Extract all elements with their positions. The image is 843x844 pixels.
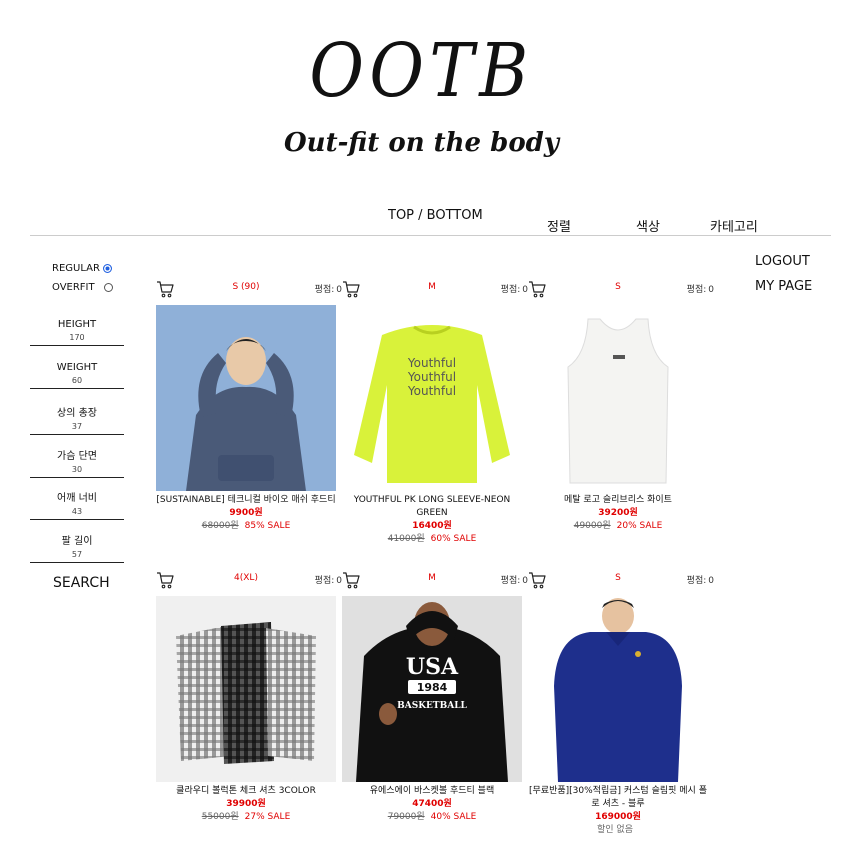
svg-text:1984: 1984 <box>417 681 448 694</box>
product-image[interactable] <box>528 305 708 491</box>
svg-text:Youthful: Youthful <box>407 384 456 398</box>
product-info: [SUSTAINABLE] 테크니컬 바이오 매쉬 후드티 9900원 6800… <box>156 494 336 533</box>
svg-text:USA: USA <box>406 654 459 680</box>
cart-icon[interactable] <box>528 280 546 298</box>
product-name[interactable]: [무료반품][30%적립금] 커스텀 슬림핏 메시 폴로 셔츠 - 블루 <box>528 785 708 811</box>
logout-link[interactable]: LOGOUT <box>755 254 810 269</box>
nav-category[interactable]: 카테고리 <box>710 216 758 235</box>
filter-top-length[interactable]: 상의 총장 37 <box>30 404 124 435</box>
product-image[interactable] <box>156 596 336 782</box>
filter-value[interactable]: 37 <box>30 422 124 431</box>
filter-arm-length[interactable]: 팔 길이 57 <box>30 532 124 563</box>
nav-sort[interactable]: 정렬 <box>547 216 571 235</box>
product-name[interactable]: YOUTHFUL PK LONG SLEEVE-NEON GREEN <box>342 494 522 520</box>
nav-top-bottom[interactable]: TOP / BOTTOM <box>388 208 483 223</box>
product-size: 4(XL) <box>234 573 258 583</box>
filter-shoulder-width[interactable]: 어깨 너비 43 <box>30 489 124 520</box>
product-card[interactable]: S (90) 평점: 0 [SUSTAINABLE] 테크니컬 바이오 매쉬 후드… <box>156 280 342 531</box>
product-rating: 평점: 0 <box>314 285 342 295</box>
filter-label: WEIGHT <box>56 362 98 373</box>
filter-height[interactable]: HEIGHT 170 <box>30 319 124 346</box>
product-rating: 평점: 0 <box>500 576 528 586</box>
cart-icon[interactable] <box>156 571 174 589</box>
product-rating: 평점: 0 <box>314 576 342 586</box>
product-rating: 평점: 0 <box>686 576 714 586</box>
filter-value[interactable]: 43 <box>30 507 124 516</box>
product-size: S <box>615 573 621 583</box>
product-info: 유에스에이 바스켓볼 후드티 블랙 47400원 79000원 40% SALE <box>342 785 522 824</box>
product-name[interactable]: [SUSTAINABLE] 테크니컬 바이오 매쉬 후드티 <box>156 494 336 507</box>
cart-icon[interactable] <box>528 571 546 589</box>
product-sale: 40% SALE <box>430 812 477 822</box>
filter-label: 팔 길이 <box>61 536 93 547</box>
product-card[interactable]: M 평점: 0 Youthful Youthful Youthful YOUTHF… <box>342 280 528 544</box>
fit-overfit-option[interactable]: OVERFIT <box>52 282 113 293</box>
product-card[interactable]: M 평점: 0 USA 1984 BASKETBALL 유에스에이 바스켓볼 후드… <box>342 571 528 822</box>
cart-icon[interactable] <box>342 571 360 589</box>
fit-regular-option[interactable]: REGULAR <box>52 263 112 274</box>
product-sale: 20% SALE <box>616 521 663 531</box>
product-price: 169000원 <box>595 812 641 822</box>
product-price: 39200원 <box>598 508 638 518</box>
product-image[interactable]: USA 1984 BASKETBALL <box>342 596 522 782</box>
product-image[interactable]: Youthful Youthful Youthful <box>342 305 522 491</box>
product-price: 39900원 <box>226 799 266 809</box>
product-size: M <box>428 282 436 292</box>
product-size: S <box>615 282 621 292</box>
product-original-price: 41000원 <box>387 534 425 544</box>
search-button[interactable]: SEARCH <box>53 575 110 591</box>
filter-value[interactable]: 60 <box>30 376 124 385</box>
product-name[interactable]: 클라우디 볼럭톤 체크 셔츠 3COLOR <box>156 785 336 798</box>
product-size: S (90) <box>232 282 260 292</box>
product-name[interactable]: 메탈 로고 슬리브리스 화이트 <box>528 494 708 507</box>
site-logo[interactable]: OOTB <box>42 28 801 114</box>
product-original-price: 79000원 <box>387 812 425 822</box>
filter-label: 가슴 단면 <box>57 451 97 462</box>
filter-value[interactable]: 170 <box>30 333 124 342</box>
product-info: 클라우디 볼럭톤 체크 셔츠 3COLOR 39900원 55000원 27% S… <box>156 785 336 824</box>
product-size: M <box>428 573 436 583</box>
svg-text:Youthful: Youthful <box>407 356 456 370</box>
filter-label: 상의 총장 <box>57 408 97 419</box>
product-sale: 85% SALE <box>244 521 291 531</box>
svg-text:Youthful: Youthful <box>407 370 456 384</box>
product-sale: 27% SALE <box>244 812 291 822</box>
filter-weight[interactable]: WEIGHT 60 <box>30 362 124 389</box>
product-original-price: 55000원 <box>201 812 239 822</box>
cart-icon[interactable] <box>342 280 360 298</box>
nav-color[interactable]: 색상 <box>636 216 660 235</box>
product-info: 메탈 로고 슬리브리스 화이트 39200원 49000원 20% SALE <box>528 494 708 533</box>
product-card[interactable]: S 평점: 0 [무료반품][30%적립금] 커스텀 슬림핏 메시 폴로 셔츠 -… <box>528 571 714 835</box>
product-info: [무료반품][30%적립금] 커스텀 슬림핏 메시 폴로 셔츠 - 블루 169… <box>528 785 708 837</box>
product-rating: 평점: 0 <box>500 285 528 295</box>
filter-value[interactable]: 57 <box>30 550 124 559</box>
product-original-price: 할인 없음 <box>597 825 633 835</box>
product-original-price: 49000원 <box>573 521 611 531</box>
filter-label: HEIGHT <box>57 319 97 330</box>
filter-label: 어깨 너비 <box>57 493 97 504</box>
product-name[interactable]: 유에스에이 바스켓볼 후드티 블랙 <box>342 785 522 798</box>
product-sale: 60% SALE <box>430 534 477 544</box>
header-divider <box>30 235 831 236</box>
product-price: 9900원 <box>229 508 263 518</box>
cart-icon[interactable] <box>156 280 174 298</box>
product-image[interactable] <box>528 596 708 782</box>
product-rating: 평점: 0 <box>686 285 714 295</box>
filter-chest-width[interactable]: 가슴 단면 30 <box>30 447 124 478</box>
product-info: YOUTHFUL PK LONG SLEEVE-NEON GREEN 16400… <box>342 494 522 546</box>
product-original-price: 68000원 <box>201 521 239 531</box>
fit-regular-label: REGULAR <box>52 263 100 274</box>
mypage-link[interactable]: MY PAGE <box>755 279 812 294</box>
product-price: 16400원 <box>412 521 452 531</box>
fit-overfit-label: OVERFIT <box>52 282 95 293</box>
product-card[interactable]: 4(XL) 평점: 0 클라우디 볼럭톤 체크 셔츠 3COLOR 39900원 … <box>156 571 342 822</box>
filter-value[interactable]: 30 <box>30 465 124 474</box>
product-image[interactable] <box>156 305 336 491</box>
product-card[interactable]: S 평점: 0 메탈 로고 슬리브리스 화이트 39200원 49000원 20% … <box>528 280 714 531</box>
site-tagline: Out-fit on the body <box>284 128 559 158</box>
fit-regular-radio[interactable] <box>102 264 112 273</box>
product-price: 47400원 <box>412 799 452 809</box>
fit-overfit-radio[interactable] <box>103 283 113 292</box>
svg-text:BASKETBALL: BASKETBALL <box>397 701 467 711</box>
